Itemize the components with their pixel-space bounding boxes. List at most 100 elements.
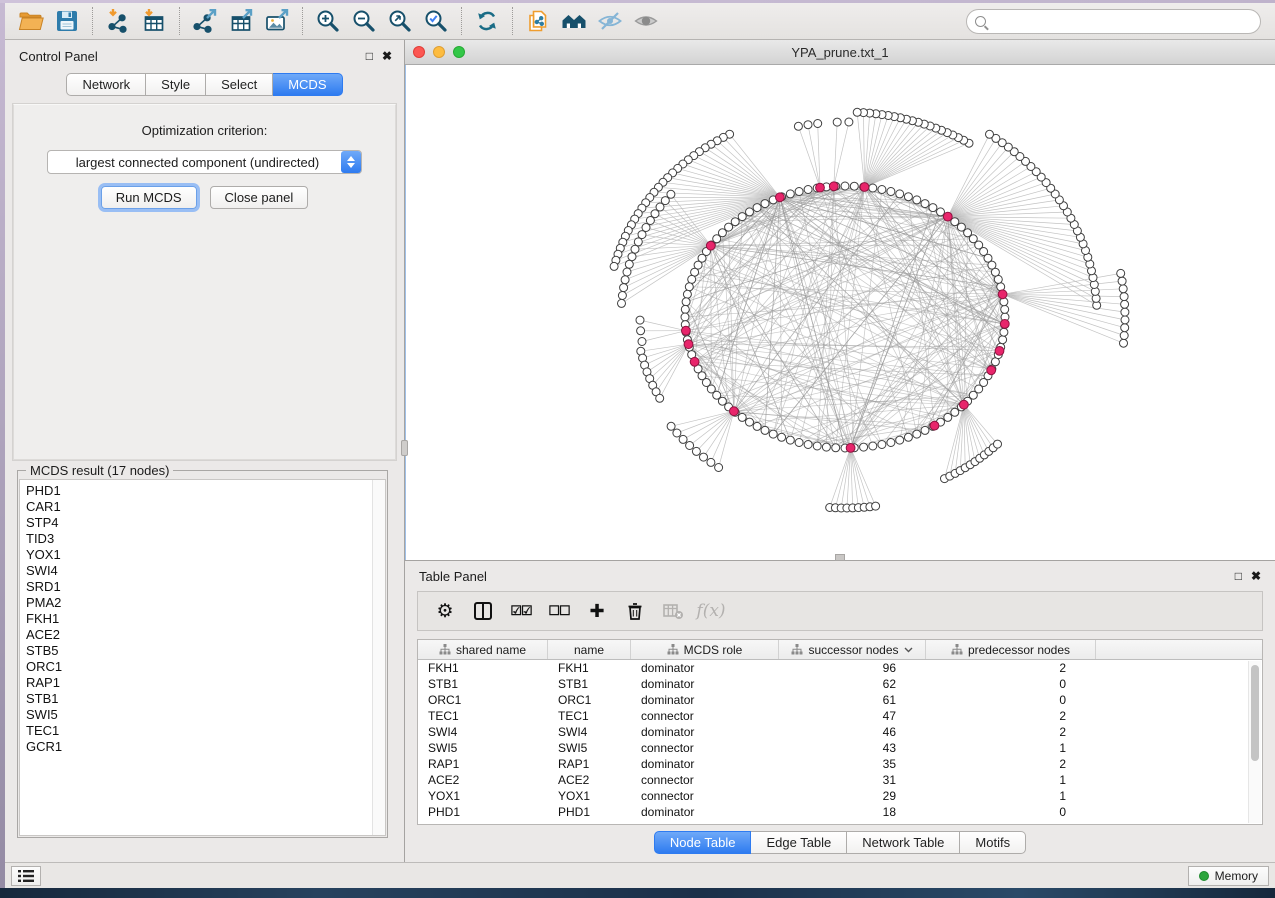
mcds-result-item[interactable]: STP4	[26, 515, 372, 531]
deselect-all-button[interactable]: ☐☐	[542, 596, 576, 626]
hide-selected-button[interactable]	[592, 6, 628, 36]
table-row[interactable]: PHD1PHD1dominator180	[418, 804, 1262, 820]
tab-edge-table[interactable]: Edge Table	[751, 831, 847, 854]
duplicate-network-button[interactable]	[520, 6, 556, 36]
gear-icon: ⚙	[436, 600, 453, 623]
table-scrollbar[interactable]	[1248, 661, 1261, 823]
zoom-out-button[interactable]	[346, 6, 382, 36]
refresh-view-button[interactable]	[469, 6, 505, 36]
table-row[interactable]: RAP1RAP1dominator352	[418, 756, 1262, 772]
memory-button[interactable]: Memory	[1188, 866, 1269, 886]
mcds-result-item[interactable]: TEC1	[26, 723, 372, 739]
vertical-splitter-handle[interactable]	[401, 440, 408, 456]
table-row[interactable]: SWI5SWI5connector431	[418, 740, 1262, 756]
mcds-result-item[interactable]: SWI4	[26, 563, 372, 579]
mcds-result-item[interactable]: ACE2	[26, 627, 372, 643]
tab-motifs[interactable]: Motifs	[960, 831, 1026, 854]
mcds-result-item[interactable]: PMA2	[26, 595, 372, 611]
import-network-button[interactable]	[100, 6, 136, 36]
mcds-result-item[interactable]: SRD1	[26, 579, 372, 595]
delete-column-button[interactable]	[618, 596, 652, 626]
column-header-shared-name[interactable]: shared name	[418, 640, 548, 659]
search-input[interactable]	[986, 11, 1260, 31]
mcds-result-item[interactable]: PHD1	[26, 483, 372, 499]
open-folder-button[interactable]	[13, 6, 49, 36]
zoom-fit-button[interactable]	[382, 6, 418, 36]
table-row[interactable]: TEC1TEC1connector472	[418, 708, 1262, 724]
column-header-successor-nodes[interactable]: successor nodes	[779, 640, 926, 659]
column-header-MCDS-role[interactable]: MCDS role	[631, 640, 779, 659]
search-box[interactable]	[966, 9, 1261, 34]
mcds-result-item[interactable]: CAR1	[26, 499, 372, 515]
cell-MCDS-role: dominator	[631, 805, 779, 819]
zoom-in-button[interactable]	[310, 6, 346, 36]
close-panel-button[interactable]: Close panel	[210, 186, 309, 209]
float-window-icon[interactable]: □	[366, 50, 373, 62]
select-all-icon: ☑☑	[510, 603, 531, 619]
cell-MCDS-role: dominator	[631, 661, 779, 675]
table-row[interactable]: STB1STB1dominator620	[418, 676, 1262, 692]
hosts-button[interactable]	[556, 6, 592, 36]
run-mcds-button[interactable]: Run MCDS	[101, 186, 197, 209]
tab-node-table[interactable]: Node Table	[654, 831, 752, 854]
cell-shared-name: ACE2	[418, 773, 548, 787]
cell-name: TEC1	[548, 709, 631, 723]
save-session-button[interactable]	[49, 6, 85, 36]
tab-network-table[interactable]: Network Table	[847, 831, 960, 854]
table-panel-tabs-row: Node TableEdge TableNetwork TableMotifs	[405, 825, 1275, 859]
split-panel-icon	[472, 600, 494, 622]
mcds-result-item[interactable]: TID3	[26, 531, 372, 547]
toolbar-separator	[512, 7, 513, 35]
tab-select[interactable]: Select	[206, 73, 273, 96]
mcds-result-item[interactable]: SWI5	[26, 707, 372, 723]
cell-predecessor-nodes: 0	[926, 677, 1096, 691]
network-canvas[interactable]	[405, 65, 1275, 560]
table-row[interactable]: YOX1YOX1connector291	[418, 788, 1262, 804]
table-row[interactable]: FKH1FKH1dominator962	[418, 660, 1262, 676]
mcds-result-list[interactable]: PHD1CAR1STP4TID3YOX1SWI4SRD1PMA2FKH1ACE2…	[19, 479, 386, 836]
network-graph[interactable]	[406, 65, 1275, 560]
horizontal-splitter-handle[interactable]	[835, 554, 845, 561]
table-row[interactable]: SWI4SWI4dominator462	[418, 724, 1262, 740]
column-header-predecessor-nodes[interactable]: predecessor nodes	[926, 640, 1096, 659]
table-row[interactable]: ACE2ACE2connector311	[418, 772, 1262, 788]
split-panel-button[interactable]	[466, 596, 500, 626]
table-scrollbar-thumb[interactable]	[1251, 665, 1259, 761]
task-history-button[interactable]	[11, 866, 41, 886]
mcds-result-item[interactable]: FKH1	[26, 611, 372, 627]
select-all-button[interactable]: ☑☑	[504, 596, 538, 626]
import-table-button[interactable]	[136, 6, 172, 36]
export-table-button[interactable]	[223, 6, 259, 36]
mcds-result-item[interactable]: RAP1	[26, 675, 372, 691]
close-panel-icon[interactable]: ✖	[382, 50, 392, 62]
cell-predecessor-nodes: 0	[926, 805, 1096, 819]
table-row[interactable]: ORC1ORC1dominator610	[418, 692, 1262, 708]
memory-status-icon	[1199, 871, 1209, 881]
float-window-icon[interactable]: □	[1235, 570, 1242, 582]
settings-button[interactable]: ⚙	[428, 596, 462, 626]
column-header-name[interactable]: name	[548, 640, 631, 659]
open-folder-icon	[18, 8, 44, 34]
export-image-button[interactable]	[259, 6, 295, 36]
tab-style[interactable]: Style	[146, 73, 206, 96]
cell-shared-name: STB1	[418, 677, 548, 691]
show-all-button[interactable]	[628, 6, 664, 36]
close-panel-icon[interactable]: ✖	[1251, 570, 1261, 582]
network-view-title: YPA_prune.txt_1	[405, 45, 1275, 60]
mcds-result-item[interactable]: STB1	[26, 691, 372, 707]
tab-network[interactable]: Network	[66, 73, 146, 96]
mcds-result-item[interactable]: YOX1	[26, 547, 372, 563]
mcds-result-item[interactable]: ORC1	[26, 659, 372, 675]
hierarchy-icon	[667, 644, 679, 655]
mcds-result-item[interactable]: STB5	[26, 643, 372, 659]
add-column-button[interactable]: ✚	[580, 596, 614, 626]
export-network-button[interactable]	[187, 6, 223, 36]
delete-table-icon	[662, 600, 684, 622]
mcds-result-item[interactable]: GCR1	[26, 739, 372, 755]
tab-mcds[interactable]: MCDS	[273, 73, 342, 96]
zoom-selected-button[interactable]	[418, 6, 454, 36]
control-panel-title: Control Panel	[19, 49, 98, 64]
criterion-dropdown[interactable]: largest connected component (undirected)	[47, 150, 362, 174]
mcds-list-scrollbar[interactable]	[372, 480, 385, 835]
main-content: Control Panel □ ✖ NetworkStyleSelectMCDS…	[5, 40, 1275, 862]
